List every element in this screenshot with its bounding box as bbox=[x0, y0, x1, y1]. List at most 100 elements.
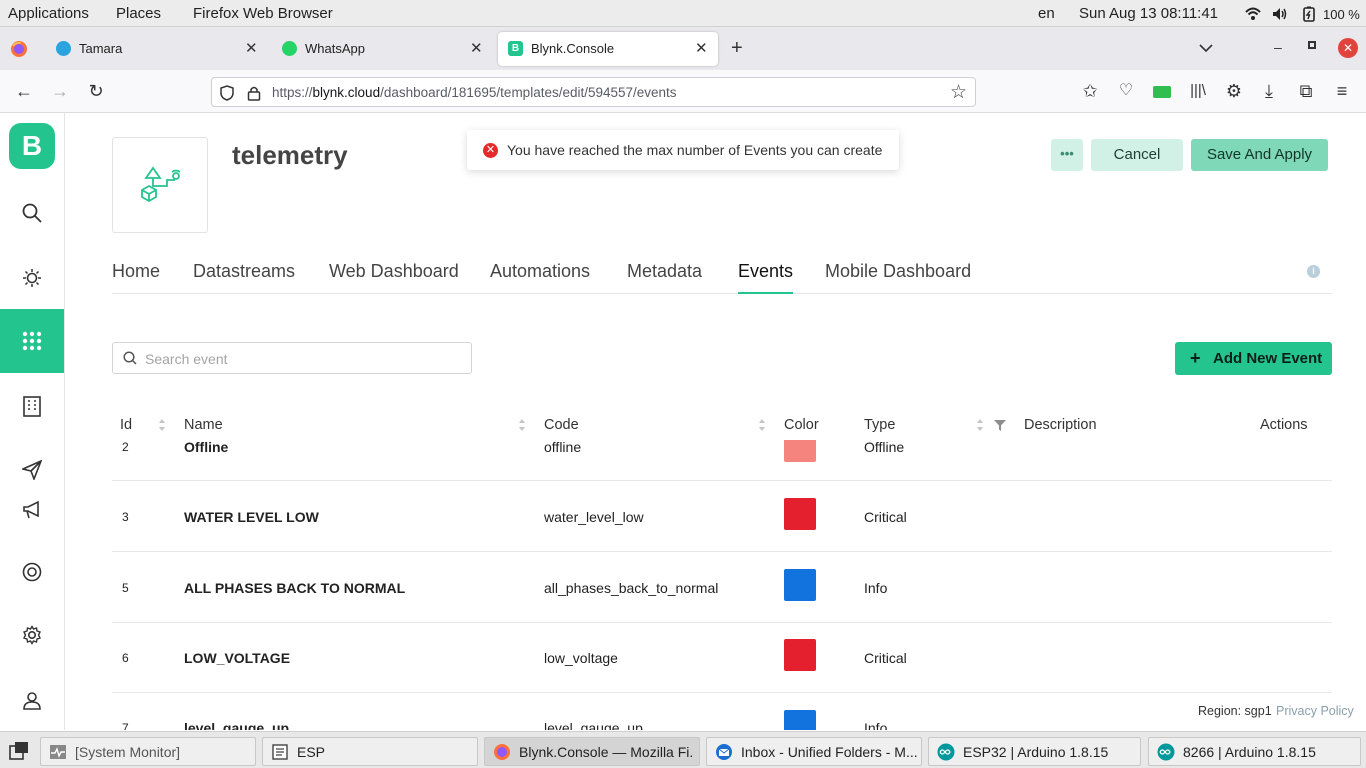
minimize-window-icon[interactable]: – bbox=[1274, 39, 1282, 55]
show-desktop-icon[interactable] bbox=[9, 741, 29, 761]
privacy-policy-link[interactable]: Privacy Policy bbox=[1276, 704, 1354, 718]
filter-icon[interactable] bbox=[994, 420, 1006, 431]
new-tab-icon[interactable]: + bbox=[731, 37, 743, 60]
settings-gear-icon[interactable]: ⚙ bbox=[1224, 81, 1244, 101]
list-all-tabs-icon[interactable] bbox=[1199, 43, 1213, 53]
tab-mobile-dashboard[interactable]: Mobile Dashboard bbox=[825, 261, 971, 282]
table-header: Id Name Code Color Type Description Acti… bbox=[112, 410, 1332, 440]
column-id[interactable]: Id bbox=[120, 417, 132, 433]
cell-type: Info bbox=[864, 720, 888, 730]
cancel-button[interactable]: Cancel bbox=[1091, 139, 1183, 171]
sidebar-item-settings[interactable] bbox=[0, 603, 64, 667]
bookmark-star-icon[interactable]: ☆ bbox=[950, 81, 967, 104]
more-options-button[interactable]: ••• bbox=[1051, 139, 1083, 171]
back-icon[interactable]: ← bbox=[14, 81, 34, 101]
sidebar-item-organizations[interactable] bbox=[0, 373, 64, 437]
taskbar-item-system-monitor[interactable]: [System Monitor] bbox=[40, 737, 256, 766]
tab-label: Tamara bbox=[79, 41, 123, 56]
lock-icon[interactable] bbox=[247, 85, 261, 101]
pocket-icon[interactable]: ♡ bbox=[1116, 81, 1136, 101]
template-title: telemetry bbox=[232, 140, 348, 170]
tab-events[interactable]: Events bbox=[738, 261, 794, 294]
sidebar-item-templates[interactable] bbox=[0, 309, 64, 373]
tab-blynk-console[interactable]: B Blynk.Console ✕ bbox=[498, 32, 718, 66]
search-event-field[interactable] bbox=[112, 342, 472, 374]
volume-icon[interactable] bbox=[1272, 6, 1288, 22]
tab-datastreams[interactable]: Datastreams bbox=[193, 261, 295, 282]
battery-icon[interactable] bbox=[1301, 6, 1317, 22]
language-indicator[interactable]: en bbox=[1038, 5, 1055, 22]
maximize-window-icon[interactable] bbox=[1308, 41, 1316, 49]
tracking-protection-icon[interactable] bbox=[219, 85, 235, 101]
sidebar-item-help[interactable] bbox=[0, 540, 64, 604]
url-bar[interactable]: https://blynk.cloud/dashboard/181695/tem… bbox=[211, 77, 976, 107]
applications-menu[interactable]: Applications bbox=[8, 5, 89, 22]
cell-name: ALL PHASES BACK TO NORMAL bbox=[184, 580, 406, 596]
tab-label: Blynk.Console bbox=[531, 41, 615, 56]
sidebar-item-profile[interactable] bbox=[0, 668, 64, 732]
close-tab-icon[interactable]: ✕ bbox=[245, 39, 258, 57]
column-type[interactable]: Type bbox=[864, 417, 895, 433]
extension-icon[interactable] bbox=[1153, 86, 1171, 98]
sort-icon[interactable] bbox=[518, 418, 526, 432]
table-row[interactable]: 3 WATER LEVEL LOW water_level_low Critic… bbox=[112, 482, 1332, 552]
column-code[interactable]: Code bbox=[544, 417, 579, 433]
table-row[interactable]: 2 Offline offline Offline bbox=[112, 440, 1332, 481]
taskbar-item-firefox[interactable]: Blynk.Console — Mozilla Fi... bbox=[484, 737, 700, 766]
firefox-menu-icon[interactable] bbox=[10, 40, 28, 58]
search-icon bbox=[123, 351, 137, 365]
cell-id: 6 bbox=[122, 651, 129, 665]
tab-metadata[interactable]: Metadata bbox=[627, 261, 702, 282]
wifi-icon[interactable] bbox=[1245, 6, 1261, 22]
taskbar-item-thunderbird[interactable]: Inbox - Unified Folders - M... bbox=[706, 737, 922, 766]
template-image[interactable] bbox=[112, 137, 208, 233]
tab-web-dashboard[interactable]: Web Dashboard bbox=[329, 261, 459, 282]
tab-label: WhatsApp bbox=[305, 41, 365, 56]
plus-icon: + bbox=[1190, 348, 1201, 368]
info-icon[interactable]: i bbox=[1307, 265, 1320, 278]
app-menu-icon[interactable]: ≡ bbox=[1332, 81, 1352, 101]
tab-tamara[interactable]: Tamara ✕ bbox=[46, 32, 266, 66]
taskbar-item-esp[interactable]: ESP bbox=[262, 737, 478, 766]
column-name[interactable]: Name bbox=[184, 417, 223, 433]
extensions-icon[interactable]: ⧉ bbox=[1296, 81, 1316, 101]
sort-icon[interactable] bbox=[758, 418, 766, 432]
cell-id: 3 bbox=[122, 510, 129, 524]
search-input[interactable] bbox=[145, 349, 455, 369]
sidebar-item-search[interactable] bbox=[0, 181, 64, 245]
taskbar-item-8266-arduino[interactable]: 8266 | Arduino 1.8.15 bbox=[1148, 737, 1361, 766]
task-label: Inbox - Unified Folders - M... bbox=[741, 744, 918, 760]
tab-automations[interactable]: Automations bbox=[490, 261, 590, 282]
clock[interactable]: Sun Aug 13 08:11:41 bbox=[1079, 5, 1218, 22]
firefox-app-menu[interactable]: Firefox Web Browser bbox=[193, 5, 333, 22]
sort-icon[interactable] bbox=[158, 418, 166, 432]
blynk-favicon-icon: B bbox=[508, 41, 523, 56]
table-row[interactable]: 6 LOW_VOLTAGE low_voltage Critical bbox=[112, 623, 1332, 693]
sidebar-item-announcements[interactable] bbox=[0, 478, 64, 542]
building-icon bbox=[23, 396, 41, 417]
blynk-logo[interactable]: B bbox=[9, 123, 55, 169]
library-icon[interactable]: |||\ bbox=[1188, 81, 1208, 101]
close-tab-icon[interactable]: ✕ bbox=[470, 39, 483, 57]
pocket-save-icon[interactable]: ✩ bbox=[1080, 81, 1100, 101]
color-swatch bbox=[784, 440, 816, 462]
reload-icon[interactable]: ↻ bbox=[86, 81, 106, 101]
close-window-icon[interactable]: ✕ bbox=[1338, 38, 1358, 58]
forward-icon[interactable]: → bbox=[50, 81, 70, 101]
taskbar-item-esp32-arduino[interactable]: ESP32 | Arduino 1.8.15 bbox=[928, 737, 1141, 766]
tab-home[interactable]: Home bbox=[112, 261, 160, 282]
cell-name: Offline bbox=[184, 440, 229, 455]
color-swatch bbox=[784, 569, 816, 601]
tab-whatsapp[interactable]: WhatsApp ✕ bbox=[272, 32, 492, 66]
places-menu[interactable]: Places bbox=[116, 5, 161, 22]
sort-icon[interactable] bbox=[976, 418, 984, 432]
table-row[interactable]: 7 level_gauge_up level_gauge_up Info bbox=[112, 693, 1332, 730]
downloads-icon[interactable]: ⤓ bbox=[1259, 81, 1279, 101]
add-new-event-button[interactable]: + Add New Event bbox=[1175, 342, 1332, 375]
close-tab-icon[interactable]: ✕ bbox=[695, 39, 708, 57]
save-and-apply-button[interactable]: Save And Apply bbox=[1191, 139, 1328, 171]
cell-name: level_gauge_up bbox=[184, 720, 290, 730]
table-row[interactable]: 5 ALL PHASES BACK TO NORMAL all_phases_b… bbox=[112, 553, 1332, 623]
url-text[interactable]: https://blynk.cloud/dashboard/181695/tem… bbox=[272, 85, 677, 100]
sidebar-item-devices[interactable] bbox=[0, 246, 64, 310]
